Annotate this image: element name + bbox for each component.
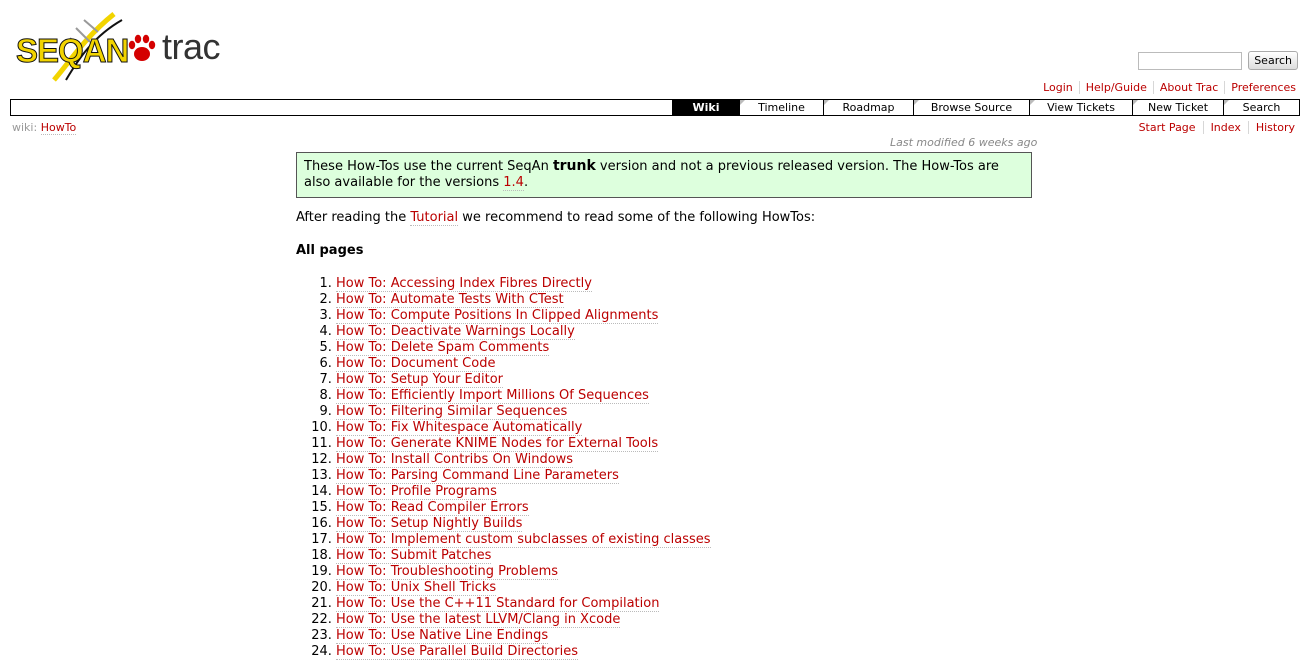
help-guide-link[interactable]: Help/Guide (1078, 81, 1153, 94)
index-link[interactable]: Index (1202, 121, 1248, 134)
tutorial-link[interactable]: Tutorial (410, 210, 459, 226)
search-button[interactable]: Search (1248, 51, 1298, 70)
start-page-link[interactable]: Start Page (1132, 121, 1203, 134)
paw-icon (128, 34, 156, 61)
nav-tab-browse-source[interactable]: Browse Source (913, 100, 1029, 115)
intro-before: After reading the (296, 210, 411, 225)
howto-link[interactable]: How To: Deactivate Warnings Locally (336, 324, 575, 340)
howto-link[interactable]: How To: Use Parallel Build Directories (336, 644, 578, 660)
howto-link[interactable]: How To: Setup Nightly Builds (336, 516, 523, 532)
list-item: How To: Efficiently Import Millions Of S… (336, 388, 711, 404)
list-item: How To: Implement custom subclasses of e… (336, 532, 711, 548)
list-item: How To: Filtering Similar Sequences (336, 404, 711, 420)
howto-link[interactable]: How To: Efficiently Import Millions Of S… (336, 388, 649, 404)
list-item: How To: Read Compiler Errors (336, 500, 711, 516)
howto-link[interactable]: How To: Read Compiler Errors (336, 500, 529, 516)
howto-link[interactable]: How To: Filtering Similar Sequences (336, 404, 568, 420)
list-item: How To: Unix Shell Tricks (336, 580, 711, 596)
list-item: How To: Use Native Line Endings (336, 628, 711, 644)
howto-link[interactable]: How To: Generate KNIME Nodes for Externa… (336, 436, 659, 452)
howto-link[interactable]: How To: Implement custom subclasses of e… (336, 532, 711, 548)
version-link[interactable]: 1.4 (503, 175, 524, 191)
intro-paragraph: After reading the Tutorial we recommend … (296, 210, 816, 226)
list-item: How To: Troubleshooting Problems (336, 564, 711, 580)
nav-tab-view-tickets[interactable]: View Tickets (1029, 100, 1132, 115)
howto-link[interactable]: How To: Automate Tests With CTest (336, 292, 564, 308)
search-input[interactable] (1138, 51, 1243, 70)
notice-text-before: These How-Tos use the current SeqAn (304, 159, 553, 174)
howto-link[interactable]: How To: Setup Your Editor (336, 372, 504, 388)
breadcrumb-page-link[interactable]: HowTo (40, 121, 77, 135)
list-item: How To: Deactivate Warnings Locally (336, 324, 711, 340)
list-item: How To: Submit Patches (336, 548, 711, 564)
breadcrumb: wiki: HowTo (12, 121, 77, 135)
nav-tab-roadmap[interactable]: Roadmap (823, 100, 913, 115)
main-nav: Wiki Timeline Roadmap Browse Source View Tic… (10, 99, 1300, 116)
nav-tab-timeline[interactable]: Timeline (739, 100, 823, 115)
site-search: Search (1138, 51, 1298, 70)
intro-after: we recommend to read some of the followi… (458, 210, 816, 225)
history-link[interactable]: History (1247, 121, 1302, 134)
list-item: How To: Generate KNIME Nodes for Externa… (336, 436, 711, 452)
logo-trac-text: trac (162, 26, 221, 67)
preferences-link[interactable]: Preferences (1224, 81, 1302, 94)
meta-nav: Login Help/Guide About Trac Preferences (1037, 81, 1302, 94)
notice-trunk: trunk (552, 158, 596, 174)
howto-link[interactable]: How To: Fix Whitespace Automatically (336, 420, 583, 436)
list-item: How To: Use the C++11 Standard for Compi… (336, 596, 711, 612)
howto-link[interactable]: How To: Compute Positions In Clipped Ali… (336, 308, 659, 324)
howto-link[interactable]: How To: Use Native Line Endings (336, 628, 549, 644)
list-item: How To: Parsing Command Line Parameters (336, 468, 711, 484)
notice-text-after: . (523, 175, 529, 190)
list-item: How To: Use Parallel Build Directories (336, 644, 711, 660)
howto-link[interactable]: How To: Unix Shell Tricks (336, 580, 497, 596)
howto-link[interactable]: How To: Submit Patches (336, 548, 492, 564)
list-item: How To: Install Contribs On Windows (336, 452, 711, 468)
howto-link[interactable]: How To: Troubleshooting Problems (336, 564, 559, 580)
list-item: How To: Accessing Index Fibres Directly (336, 276, 711, 292)
howto-link[interactable]: How To: Document Code (336, 356, 496, 372)
list-item: How To: Setup Nightly Builds (336, 516, 711, 532)
howto-list: How To: Accessing Index Fibres DirectlyH… (296, 276, 711, 660)
list-item: How To: Document Code (336, 356, 711, 372)
howto-link[interactable]: How To: Use the latest LLVM/Clang in Xco… (336, 612, 621, 628)
nav-tab-new-ticket[interactable]: New Ticket (1132, 100, 1223, 115)
howto-link[interactable]: How To: Install Contribs On Windows (336, 452, 574, 468)
last-modified: Last modified 6 weeks ago (890, 136, 1038, 149)
context-nav: Start Page Index History (1132, 121, 1302, 134)
howto-link[interactable]: How To: Profile Programs (336, 484, 497, 500)
howto-link[interactable]: How To: Delete Spam Comments (336, 340, 550, 356)
nav-tab-wiki[interactable]: Wiki (672, 100, 739, 115)
list-item: How To: Automate Tests With CTest (336, 292, 711, 308)
howto-link[interactable]: How To: Parsing Command Line Parameters (336, 468, 619, 484)
breadcrumb-prefix: wiki: (12, 121, 38, 134)
list-item: How To: Delete Spam Comments (336, 340, 711, 356)
list-item: How To: Use the latest LLVM/Clang in Xco… (336, 612, 711, 628)
list-item: How To: Setup Your Editor (336, 372, 711, 388)
logo-seqan-text: SEQAN (15, 32, 129, 70)
list-item: How To: Fix Whitespace Automatically (336, 420, 711, 436)
trac-logo[interactable]: SEQAN trac (14, 8, 229, 84)
nav-tab-search[interactable]: Search (1223, 100, 1299, 115)
about-trac-link[interactable]: About Trac (1152, 81, 1224, 94)
version-notice: These How-Tos use the current SeqAn trun… (296, 152, 1032, 198)
list-item: How To: Profile Programs (336, 484, 711, 500)
section-title: All pages (296, 243, 364, 258)
list-item: How To: Compute Positions In Clipped Ali… (336, 308, 711, 324)
howto-link[interactable]: How To: Accessing Index Fibres Directly (336, 276, 592, 292)
howto-link[interactable]: How To: Use the C++11 Standard for Compi… (336, 596, 660, 612)
login-link[interactable]: Login (1037, 81, 1079, 94)
